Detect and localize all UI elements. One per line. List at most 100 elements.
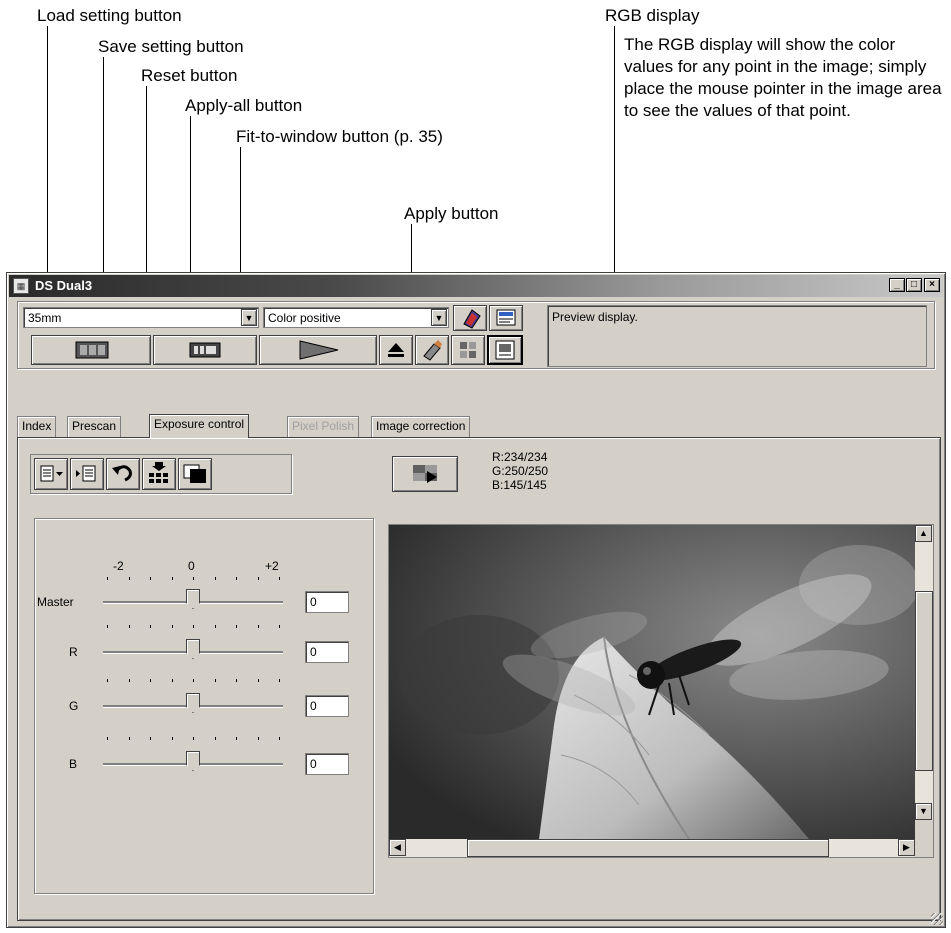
slider-tick xyxy=(171,679,173,682)
master-value-field[interactable]: 0 xyxy=(305,591,349,613)
load-setting-button[interactable] xyxy=(34,458,68,490)
slider-tick xyxy=(107,625,108,628)
status-display: Preview display. xyxy=(547,305,927,367)
master-value: 0 xyxy=(310,595,317,609)
scale-label-mid: 0 xyxy=(188,559,195,573)
film-format-value: 35mm xyxy=(28,311,62,325)
slider-tick xyxy=(279,577,280,580)
slider-thumb-r[interactable] xyxy=(186,639,200,659)
dragonfly-preview-image xyxy=(389,525,915,839)
scale-label-min: -2 xyxy=(113,559,124,573)
callout-rgb-display: RGB display xyxy=(605,6,700,25)
minimize-button[interactable]: _ xyxy=(889,278,905,292)
apply-all-button[interactable] xyxy=(142,458,176,490)
slider-tick xyxy=(279,625,280,628)
slider-tick xyxy=(193,625,194,628)
g-value: 0 xyxy=(310,699,317,713)
slider-tick xyxy=(236,577,237,580)
slider-tick xyxy=(150,577,151,580)
slider-tick xyxy=(150,625,151,628)
g-value-field[interactable]: 0 xyxy=(305,695,349,717)
callout-save-setting: Save setting button xyxy=(98,37,244,56)
tab-index[interactable]: Index xyxy=(17,416,57,437)
slider-label-master: Master xyxy=(37,595,74,609)
slider-tick xyxy=(193,577,194,580)
slider-tick xyxy=(171,737,173,740)
film-format-select[interactable]: 35mm ▼ xyxy=(23,307,259,328)
fit-to-window-button[interactable] xyxy=(178,458,212,490)
index-scan-icon xyxy=(75,341,109,359)
scan-play-icon xyxy=(299,340,339,360)
slider-tick xyxy=(279,737,280,740)
preview-image-area[interactable]: ▲ ▼ ◀ ▶ xyxy=(388,524,934,858)
r-value-field[interactable]: 0 xyxy=(305,641,349,663)
scroll-up-arrow-icon[interactable]: ▲ xyxy=(915,525,932,542)
slider-tick xyxy=(236,625,237,628)
preview-vertical-scrollbar[interactable]: ▲ ▼ xyxy=(915,525,933,820)
scale-label-max: +2 xyxy=(265,559,279,573)
horizontal-scroll-thumb[interactable] xyxy=(467,839,829,857)
prescan-button[interactable] xyxy=(153,335,257,365)
preview-horizontal-scrollbar[interactable]: ◀ ▶ xyxy=(389,839,915,857)
scroll-right-arrow-icon[interactable]: ▶ xyxy=(898,839,915,856)
slider-tick xyxy=(257,577,259,580)
slider-tick xyxy=(128,577,130,580)
slider-tick xyxy=(107,577,108,580)
auto-dust-button[interactable] xyxy=(451,335,485,365)
callout-apply-all: Apply-all button xyxy=(185,96,303,115)
chevron-down-icon[interactable]: ▼ xyxy=(241,309,257,326)
maximize-button[interactable]: □ xyxy=(906,278,922,292)
callout-reset: Reset button xyxy=(141,66,238,85)
preferences-icon xyxy=(496,309,516,326)
film-type-select[interactable]: Color positive ▼ xyxy=(263,307,449,328)
scan-button[interactable] xyxy=(259,335,377,365)
scanner-window: ▦ DS Dual3 _ □ × 35mm ▼ Color positive ▼ xyxy=(6,272,946,928)
slider-tick xyxy=(257,679,259,682)
slider-tick xyxy=(214,679,216,682)
slider-tick xyxy=(150,737,151,740)
slider-tick xyxy=(214,625,216,628)
slider-tick xyxy=(171,577,173,580)
slider-thumb-master[interactable] xyxy=(186,589,200,609)
dust-removal-button[interactable] xyxy=(415,335,449,365)
scroll-down-arrow-icon[interactable]: ▼ xyxy=(915,803,932,820)
chevron-down-icon[interactable]: ▼ xyxy=(431,309,447,326)
scroll-left-arrow-icon[interactable]: ◀ xyxy=(389,839,406,856)
fit-to-window-icon xyxy=(183,464,206,483)
callout-fit-to-window: Fit-to-window button (p. 35) xyxy=(236,127,443,146)
apply-all-icon xyxy=(149,462,168,483)
slider-tick xyxy=(214,737,216,740)
rgb-display-description: The RGB display will show the color valu… xyxy=(624,35,942,120)
slider-tick xyxy=(128,625,130,628)
tab-image-correction[interactable]: Image correction xyxy=(371,416,471,437)
resize-grip[interactable] xyxy=(931,913,943,925)
tab-pixel-polish[interactable]: Pixel Polish xyxy=(287,416,360,437)
close-button[interactable]: × xyxy=(924,278,940,292)
callout-apply: Apply button xyxy=(404,204,499,223)
preferences-button[interactable] xyxy=(489,305,523,331)
slider-label-b: B xyxy=(69,757,78,771)
save-setting-icon xyxy=(76,465,96,482)
rgb-display-g: G:250/250 xyxy=(492,464,549,478)
save-setting-button[interactable] xyxy=(70,458,104,490)
slider-label-r: R xyxy=(69,645,78,659)
index-scan-button[interactable] xyxy=(31,335,151,365)
eject-button[interactable] xyxy=(379,335,413,365)
b-value-field[interactable]: 0 xyxy=(305,753,349,775)
slider-tick xyxy=(128,679,130,682)
exposure-control-panel: R:234/234 G:250/250 B:145/145 -2 0 +2 Ma… xyxy=(17,437,941,921)
undo-arrow-icon xyxy=(112,465,132,482)
vertical-scroll-thumb[interactable] xyxy=(915,591,933,771)
slider-thumb-b[interactable] xyxy=(186,751,200,771)
slider-thumb-g[interactable] xyxy=(186,693,200,713)
preview-display-button[interactable] xyxy=(487,335,523,365)
brush-icon xyxy=(423,340,442,361)
load-setting-icon xyxy=(40,465,63,482)
reset-button[interactable] xyxy=(106,458,140,490)
help-button[interactable] xyxy=(453,305,487,331)
tab-prescan[interactable]: Prescan xyxy=(67,416,122,437)
callout-load-setting: Load setting button xyxy=(37,6,182,25)
tab-exposure-control[interactable]: Exposure control xyxy=(149,414,250,438)
apply-button[interactable] xyxy=(392,456,458,492)
rgb-display-b: B:145/145 xyxy=(492,478,547,492)
